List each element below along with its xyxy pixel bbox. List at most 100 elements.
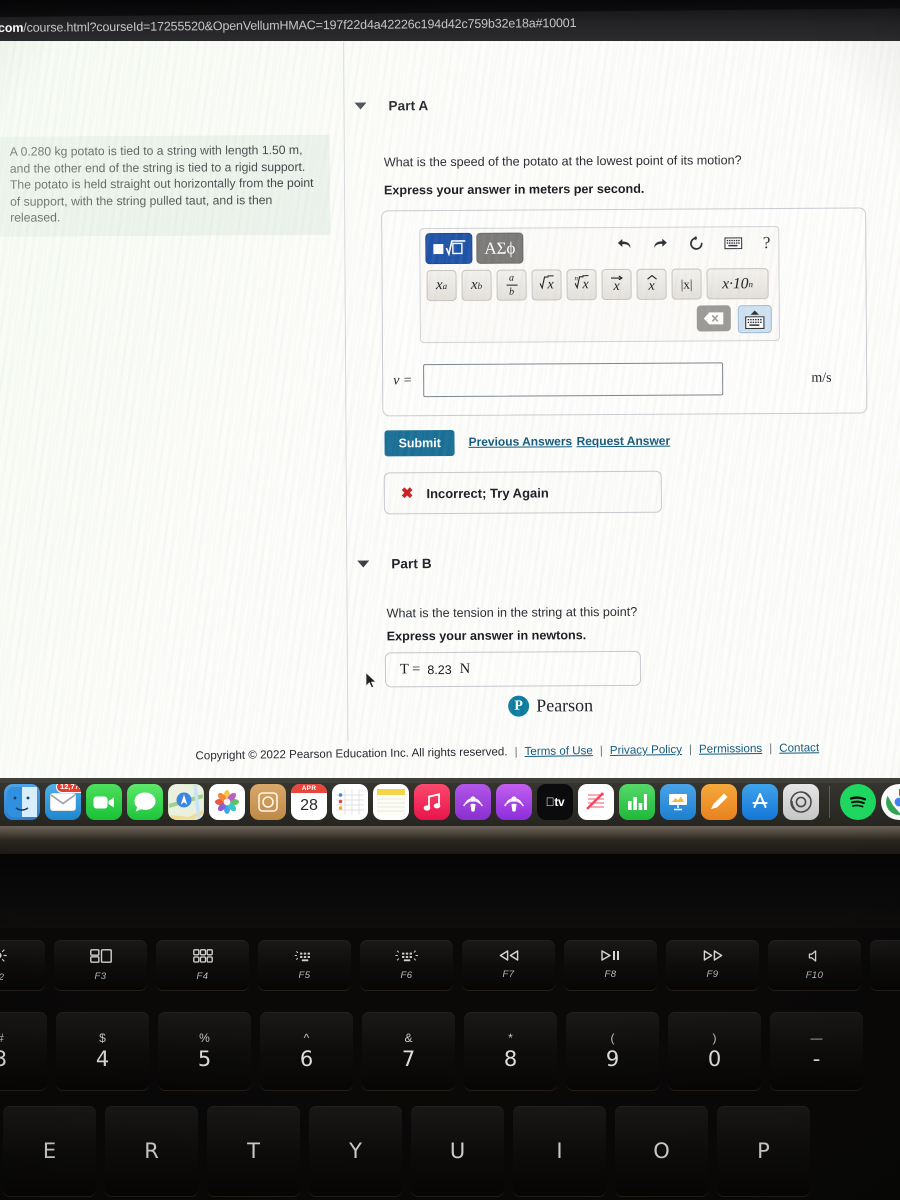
key-f10[interactable]: F10 <box>768 940 861 990</box>
math-key-nth-root-radicand: x <box>582 274 589 295</box>
dock-item-spotify[interactable] <box>840 784 876 820</box>
math-template-button[interactable] <box>425 232 473 265</box>
math-key-power[interactable]: xa <box>426 269 457 302</box>
dock-item-freeform[interactable] <box>250 784 286 820</box>
caret-down-icon[interactable] <box>357 560 370 568</box>
math-key-subscript[interactable]: xb <box>461 269 492 301</box>
key-t[interactable]: T <box>207 1106 300 1196</box>
request-answer-link[interactable]: Request Answer <box>576 434 670 449</box>
dock-item-system-settings[interactable] <box>783 784 819 820</box>
math-key-sqrt[interactable]: x <box>531 269 562 301</box>
math-key-nth-root[interactable]: n x <box>566 269 597 301</box>
key-p[interactable]: P <box>717 1106 810 1196</box>
key-f11[interactable] <box>870 940 900 990</box>
key-f5[interactable]: F5 <box>258 940 351 990</box>
dock-item-music[interactable] <box>414 784 450 820</box>
key-0-shift-label: ) <box>712 1031 717 1045</box>
submit-button[interactable]: Submit <box>384 429 455 457</box>
previous-answers-link[interactable]: Previous Answers <box>468 434 572 449</box>
backspace-icon[interactable] <box>696 305 731 332</box>
key-f8[interactable]: F8 <box>564 940 657 990</box>
math-key-fraction[interactable]: a b <box>496 269 527 301</box>
privacy-policy-link[interactable]: Privacy Policy <box>610 743 682 757</box>
caret-down-icon[interactable] <box>354 102 367 110</box>
key-f3[interactable]: F3 <box>54 940 147 990</box>
key-0-label: 0 <box>707 1047 722 1071</box>
help-icon[interactable]: ? <box>763 233 771 253</box>
key-r[interactable]: R <box>105 1106 198 1196</box>
mission-control-icon <box>89 948 112 965</box>
math-key-scientific-base: x·10 <box>722 274 749 292</box>
calendar-day-number: 28 <box>300 797 318 814</box>
greek-symbols-button[interactable]: ΑΣϕ <box>476 232 524 264</box>
key-6[interactable]: ^ 6 <box>260 1012 353 1090</box>
answer-unit: m/s <box>811 370 832 386</box>
key-7-shift-label: & <box>404 1031 413 1045</box>
macos-dock[interactable]: 12,772 APR 28 tv <box>0 778 900 826</box>
math-key-hat[interactable]: x <box>636 268 667 300</box>
key-i[interactable]: I <box>513 1106 606 1196</box>
dock-item-facetime[interactable] <box>86 784 122 820</box>
key-7[interactable]: & 7 <box>362 1012 455 1090</box>
browser-url-bar[interactable]: com/course.html?courseId=17255520&OpenVe… <box>0 0 900 43</box>
math-toolbar-row-top: ΑΣϕ ? <box>425 231 772 265</box>
dock-item-photos[interactable] <box>209 784 245 820</box>
math-key-vector[interactable]: x <box>601 268 632 301</box>
redo-icon[interactable] <box>653 236 669 251</box>
key-u[interactable]: U <box>411 1106 504 1196</box>
key-5-label: 5 <box>197 1047 212 1071</box>
dock-item-notes[interactable] <box>373 784 409 820</box>
dock-item-chrome[interactable] <box>881 784 900 820</box>
key-3[interactable]: # 3 <box>0 1012 47 1090</box>
dock-item-pages[interactable] <box>701 784 737 820</box>
key-e[interactable]: E <box>3 1106 96 1196</box>
key-o[interactable]: O <box>615 1106 708 1196</box>
math-key-scientific-exp: n <box>748 278 753 289</box>
key-f7[interactable]: F7 <box>462 940 555 990</box>
part-a-title: Part A <box>388 98 429 114</box>
dock-item-numbers[interactable] <box>619 784 655 820</box>
key-minus[interactable]: — - <box>770 1012 863 1090</box>
part-b-header[interactable]: Part B <box>357 556 432 571</box>
key-f4[interactable]: F4 <box>156 940 249 990</box>
reset-icon[interactable] <box>689 235 705 251</box>
screenshot-root: com/course.html?courseId=17255520&OpenVe… <box>0 0 900 1200</box>
dock-item-mail[interactable]: 12,772 <box>45 784 81 820</box>
math-key-subscript-sub: b <box>477 280 483 291</box>
contact-link[interactable]: Contact <box>779 741 819 755</box>
dock-item-podcasts-alt[interactable] <box>455 784 491 820</box>
dock-item-calendar[interactable]: APR 28 <box>291 784 327 820</box>
key-f9[interactable]: F9 <box>666 940 759 990</box>
key-8[interactable]: * 8 <box>464 1012 557 1090</box>
key-0[interactable]: ) 0 <box>668 1012 761 1090</box>
keyboard-toggle-icon[interactable] <box>737 305 772 334</box>
dock-divider <box>829 786 830 818</box>
dock-item-reminders[interactable] <box>332 784 368 820</box>
part-a-header[interactable]: Part A <box>354 98 428 113</box>
key-5[interactable]: % 5 <box>158 1012 251 1090</box>
math-key-absolute-value[interactable]: |x| <box>671 268 702 300</box>
dock-item-podcasts[interactable] <box>496 784 532 820</box>
dock-item-finder[interactable] <box>4 784 40 820</box>
dock-item-keynote[interactable] <box>660 784 696 820</box>
key-f6[interactable]: F6 <box>360 940 453 990</box>
key-4[interactable]: $ 4 <box>56 1012 149 1090</box>
key-3-label: 3 <box>0 1047 8 1071</box>
dock-item-maps[interactable] <box>168 784 204 820</box>
address-bar-text[interactable]: com/course.html?courseId=17255520&OpenVe… <box>0 16 576 35</box>
key-y[interactable]: Y <box>309 1106 402 1196</box>
dock-item-apple-tv[interactable]: tv <box>537 784 573 820</box>
terms-of-use-link[interactable]: Terms of Use <box>524 744 592 758</box>
answer-input[interactable] <box>423 362 724 398</box>
dock-item-news[interactable] <box>578 784 614 820</box>
math-key-scientific-notation[interactable]: x·10 n <box>706 268 769 300</box>
key-9[interactable]: ( 9 <box>566 1012 659 1090</box>
answer-label: v = <box>393 372 413 388</box>
part-b-instruction: Express your answer in newtons. <box>386 628 587 644</box>
key-f2[interactable]: F2 <box>0 940 45 990</box>
keyboard-icon[interactable] <box>724 237 743 250</box>
dock-item-app-store[interactable] <box>742 784 778 820</box>
dock-item-messages[interactable] <box>127 784 163 820</box>
permissions-link[interactable]: Permissions <box>699 742 762 756</box>
undo-icon[interactable] <box>617 236 633 251</box>
